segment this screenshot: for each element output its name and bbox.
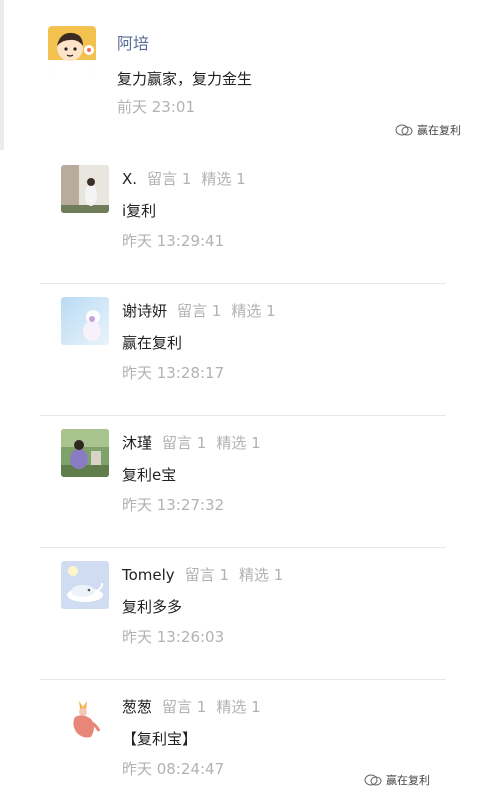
commenter-name[interactable]: 谢诗妍 xyxy=(122,300,167,321)
comment-text: 【复利宝】 xyxy=(122,730,198,748)
comment-count: 留言 1 xyxy=(162,698,207,716)
commenter-name[interactable]: 沐瑾 xyxy=(122,432,152,453)
featured-count: 精选 1 xyxy=(216,698,261,716)
avatar[interactable] xyxy=(61,429,109,477)
wechat-icon xyxy=(395,124,413,136)
watermark-text: 赢在复利 xyxy=(417,124,461,137)
avatar[interactable] xyxy=(61,297,109,345)
comment-text: 复利多多 xyxy=(122,598,183,616)
featured-count: 精选 1 xyxy=(239,566,284,584)
comment-count: 留言 1 xyxy=(147,170,192,188)
avatar[interactable] xyxy=(48,26,96,74)
list-item: 谢诗妍 留言 1 精选 1 赢在复利 昨天 13:28:17 xyxy=(40,284,446,416)
wechat-icon xyxy=(364,774,382,786)
list-item: Tomely 留言 1 精选 1 复利多多 昨天 13:26:03 xyxy=(40,548,446,680)
comment-time: 昨天 13:28:17 xyxy=(122,364,225,382)
list-item: X. 留言 1 精选 1 i复利 昨天 13:29:41 xyxy=(40,152,446,284)
commenter-name[interactable]: Tomely xyxy=(122,566,175,584)
list-item: 葱葱 留言 1 精选 1 【复利宝】 昨天 08:24:47 xyxy=(40,680,446,811)
comment-time: 昨天 08:24:47 xyxy=(122,760,225,778)
commenter-name[interactable]: 葱葱 xyxy=(122,696,152,717)
commenter-name[interactable]: X. xyxy=(122,170,137,188)
watermark-text: 赢在复利 xyxy=(386,774,430,787)
avatar[interactable] xyxy=(61,165,109,213)
comment-time: 前天 23:01 xyxy=(117,98,195,116)
comment-text: 复利e宝 xyxy=(122,466,177,484)
commenter-name[interactable]: 阿培 xyxy=(117,30,149,54)
comment-time: 昨天 13:27:32 xyxy=(122,496,225,514)
comment-time: 昨天 13:29:41 xyxy=(122,232,225,250)
featured-count: 精选 1 xyxy=(216,434,261,452)
list-item: 沐瑾 留言 1 精选 1 复利e宝 昨天 13:27:32 xyxy=(40,416,446,548)
watermark: 赢在复利 xyxy=(364,772,430,788)
comment-count: 留言 1 xyxy=(177,302,222,320)
comment-list: X. 留言 1 精选 1 i复利 昨天 13:29:41 谢诗妍 留言 1 精选… xyxy=(40,152,446,811)
comment-count: 留言 1 xyxy=(162,434,207,452)
featured-count: 精选 1 xyxy=(231,302,276,320)
avatar[interactable] xyxy=(61,693,109,741)
watermark: 赢在复利 xyxy=(395,122,461,138)
comment-time: 昨天 13:26:03 xyxy=(122,628,225,646)
featured-count: 精选 1 xyxy=(201,170,246,188)
comment-text: i复利 xyxy=(122,202,157,220)
comment-count: 留言 1 xyxy=(184,566,229,584)
comment-text: 复力赢家，复力金生 xyxy=(117,70,253,88)
avatar[interactable] xyxy=(61,561,109,609)
comment-text: 赢在复利 xyxy=(122,334,183,352)
